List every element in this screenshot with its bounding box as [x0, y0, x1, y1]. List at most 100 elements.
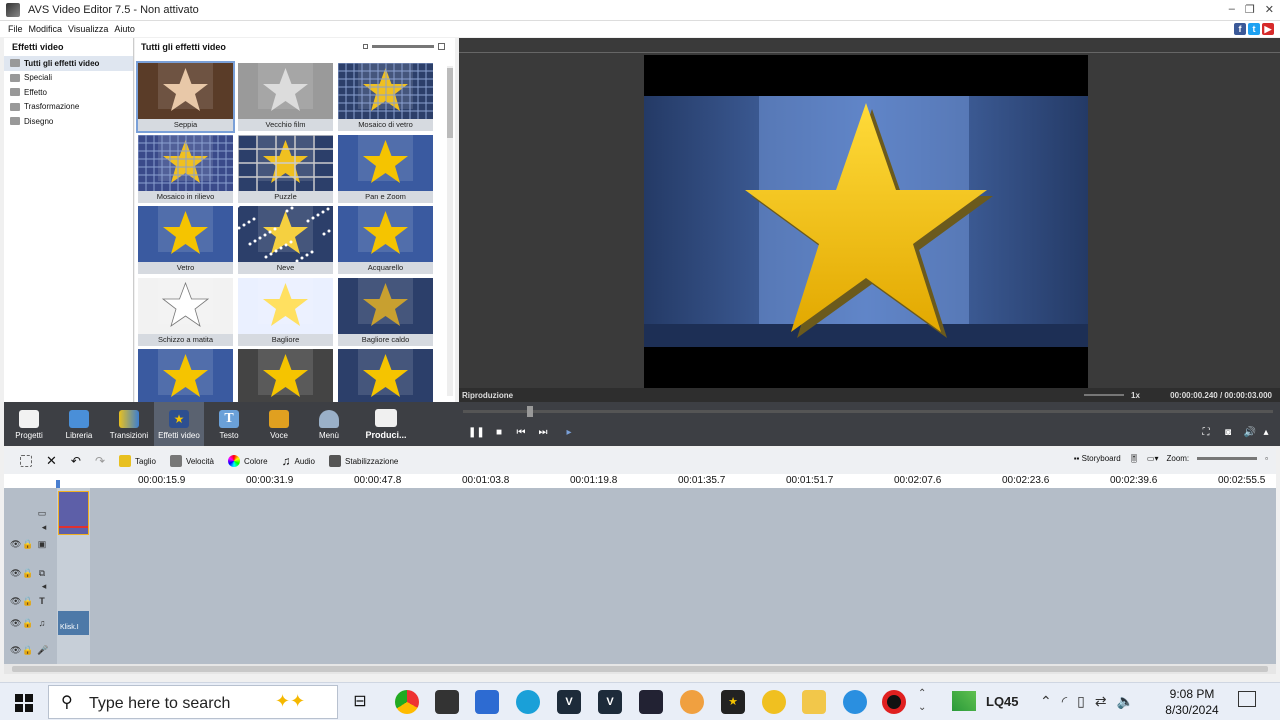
record-icon[interactable] — [882, 690, 906, 714]
redo-icon[interactable]: ↷ — [95, 454, 105, 468]
menu-help[interactable]: Aiuto — [114, 24, 135, 34]
color-button[interactable]: Colore — [227, 455, 268, 467]
voice-button[interactable]: Voce — [254, 402, 304, 446]
network-icon[interactable]: ⇄ — [1095, 693, 1107, 710]
notifications-icon[interactable] — [1238, 691, 1256, 707]
effect-tile[interactable]: Neve — [238, 206, 333, 274]
library-button[interactable]: Libreria — [54, 402, 104, 446]
effect-tile[interactable]: Vecchio film — [238, 63, 333, 131]
speed-slider[interactable] — [1084, 394, 1124, 396]
avs-video-editor-icon[interactable] — [435, 690, 459, 714]
menu-edit[interactable]: Modifica — [29, 24, 63, 34]
cut-button[interactable]: Taglio — [119, 455, 156, 467]
stop-icon[interactable]: ■ — [492, 426, 506, 440]
effect-tile[interactable]: Bagliore caldo — [338, 277, 433, 346]
effect-tile[interactable]: Pan e Zoom — [338, 134, 433, 203]
effect-tile[interactable]: Mosaico in rilievo — [138, 134, 233, 203]
youtube-icon[interactable]: ▶ — [1262, 23, 1274, 35]
chrome-icon[interactable] — [395, 690, 419, 714]
next-frame-icon[interactable]: ⏭ — [536, 426, 550, 440]
delete-icon[interactable]: ✕ — [46, 453, 57, 469]
effect-tile[interactable]: Puzzle — [238, 134, 333, 203]
speed-button[interactable]: Velocità — [169, 455, 214, 467]
chevron-up-icon[interactable]: ⌃ — [1040, 693, 1052, 710]
vegas-pro-icon[interactable]: V — [598, 690, 622, 714]
visibility-eye-icon[interactable]: 👁 — [10, 596, 21, 606]
menu-view[interactable]: Visualizza — [68, 24, 108, 34]
transitions-button[interactable]: Transizioni — [104, 402, 154, 446]
scratch-cat-icon[interactable] — [680, 690, 704, 714]
playhead-marker[interactable] — [56, 480, 60, 488]
battery-icon[interactable]: ▯ — [1077, 693, 1085, 710]
display-options-icon[interactable]: ▭▾ — [1147, 454, 1159, 463]
expand-icon[interactable]: ▴ — [1259, 426, 1273, 440]
close-icon[interactable]: ✕ — [1265, 3, 1274, 16]
effect-tile[interactable] — [138, 349, 233, 402]
audio-button[interactable]: ♫ Audio — [282, 454, 315, 468]
effect-tile[interactable] — [238, 349, 333, 402]
facebook-icon[interactable]: f — [1234, 23, 1246, 35]
volume-icon[interactable]: 🔊 — [1243, 426, 1257, 440]
thumbnail-size-slider[interactable] — [363, 43, 445, 50]
task-view-icon[interactable]: ⊟ — [348, 690, 372, 714]
wifi-icon[interactable]: ◜ — [1062, 693, 1067, 710]
speaker-icon[interactable]: 🔈 — [1117, 693, 1134, 710]
video-clip[interactable] — [58, 491, 89, 535]
previous-frame-icon[interactable]: ⏮ — [514, 426, 528, 440]
video-effects-button[interactable]: ★ Effetti video — [154, 402, 204, 446]
effect-tile[interactable]: Vetro — [138, 206, 233, 274]
effect-tile[interactable]: Mosaico di vetro — [338, 63, 433, 131]
visibility-eye-icon[interactable]: 👁 — [10, 618, 21, 628]
visibility-eye-icon[interactable]: 👁 — [10, 568, 21, 578]
virtualbox-icon[interactable] — [475, 690, 499, 714]
video-preview[interactable] — [644, 55, 1088, 389]
storyboard-button[interactable]: ▪▪ Storyboard — [1074, 454, 1121, 463]
lock-icon[interactable]: 🔒 — [22, 596, 33, 606]
windows-start-icon[interactable] — [14, 693, 34, 713]
seek-handle[interactable] — [527, 406, 533, 417]
audio-clip[interactable]: Klisk.I — [58, 611, 89, 635]
slider-track[interactable] — [372, 45, 434, 48]
effect-tile[interactable] — [338, 349, 433, 402]
taskbar-clock[interactable]: 9:08 PM 8/30/2024 — [1160, 686, 1224, 718]
headphones-icon[interactable] — [762, 690, 786, 714]
twitter-icon[interactable]: t — [1248, 23, 1260, 35]
seek-bar[interactable] — [463, 406, 1273, 417]
scroll-thumb[interactable] — [12, 666, 1268, 672]
lock-icon[interactable]: 🔒 — [22, 539, 33, 549]
effect-tile[interactable]: Schizzo a matita — [138, 277, 233, 346]
fullscreen-icon[interactable]: ⛶ — [1199, 426, 1213, 440]
category-special[interactable]: Speciali — [4, 71, 133, 86]
category-transform[interactable]: Trasformazione — [4, 100, 133, 115]
scroll-thumb[interactable] — [447, 68, 453, 138]
stabilize-button[interactable]: Stabilizzazione — [329, 455, 398, 467]
visibility-eye-icon[interactable]: 👁 — [10, 539, 21, 549]
effect-tile[interactable]: Acquarello — [338, 206, 433, 274]
effects-scrollbar[interactable] — [447, 66, 453, 396]
pause-icon[interactable]: ❚❚ — [468, 426, 485, 440]
category-effect[interactable]: Effetto — [4, 85, 133, 100]
play-marker-icon[interactable]: ▸ — [562, 426, 576, 440]
timeline-scrollbar[interactable] — [4, 664, 1276, 674]
effect-tile[interactable]: Seppia — [136, 61, 235, 133]
visibility-eye-icon[interactable]: 👁 — [10, 645, 21, 655]
lock-icon[interactable]: 🔒 — [22, 568, 33, 578]
effect-tile[interactable]: Bagliore — [238, 277, 333, 346]
time-ruler[interactable]: 00:00:15.9 00:00:31.9 00:00:47.8 00:01:03.8… — [4, 474, 1276, 488]
menu-button[interactable]: Menù — [304, 402, 354, 446]
text-button[interactable]: T Testo — [204, 402, 254, 446]
taskbar-scroll-icon[interactable]: ⌃ ⌄ — [918, 687, 926, 715]
video-star-icon[interactable]: ★ — [721, 690, 745, 714]
undo-icon[interactable]: ↶ — [71, 454, 81, 468]
category-all[interactable]: Tutti gli effetti video — [4, 56, 133, 71]
zoom-slider[interactable] — [1197, 457, 1258, 460]
select-all-icon[interactable] — [20, 455, 32, 467]
minimize-icon[interactable]: – — [1229, 3, 1235, 16]
category-drawing[interactable]: Disegno — [4, 114, 133, 129]
kinemaster-icon[interactable] — [639, 690, 663, 714]
projects-button[interactable]: Progetti — [4, 402, 54, 446]
lock-icon[interactable]: 🔒 — [22, 645, 33, 655]
audio-mixer-icon[interactable]: 🎚 — [1129, 454, 1139, 463]
snapshot-icon[interactable]: ◙ — [1221, 426, 1235, 440]
restore-icon[interactable]: ❐ — [1245, 3, 1255, 16]
